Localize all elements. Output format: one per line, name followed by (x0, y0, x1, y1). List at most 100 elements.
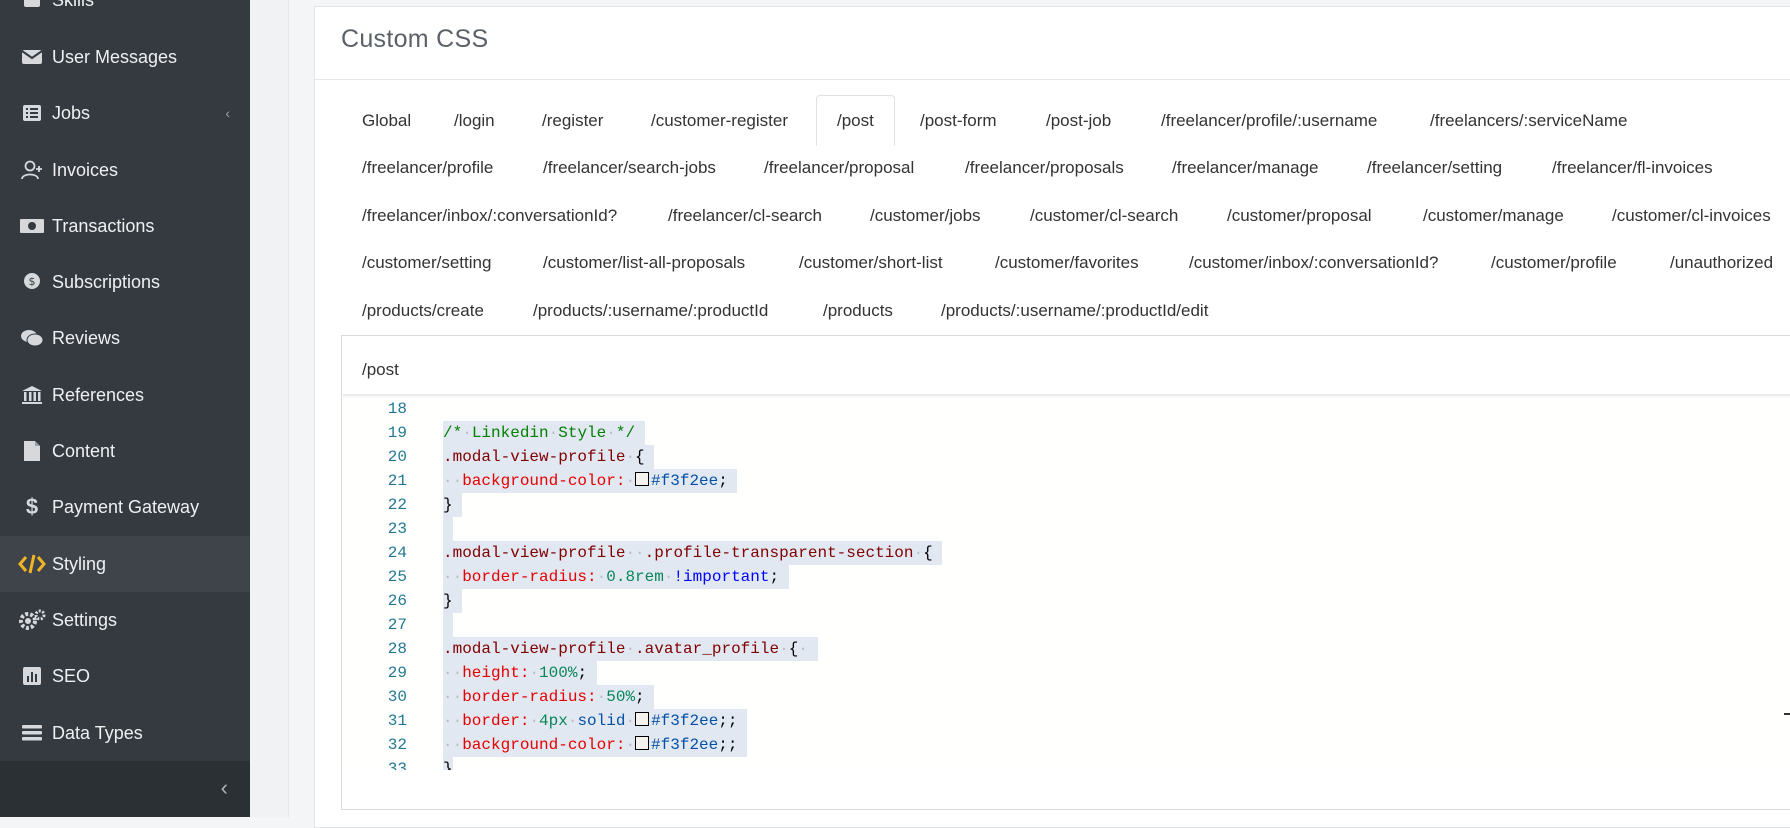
tab-customer-proposal[interactable]: /customer/proposal (1227, 206, 1372, 226)
sidebar-item-label: Data Types (52, 722, 143, 743)
skills-icon (18, 0, 46, 11)
tab-panel: /post 18 19/*·Linkedin·Style·*/ 20 .modal… (341, 335, 1790, 810)
sidebar-item-styling[interactable]: Styling (0, 536, 250, 592)
sidebar-item-label: Reviews (52, 327, 121, 348)
code-line: 20 .modal-view-profile·{ (343, 445, 1643, 469)
sidebar-item-data-types[interactable]: Data Types (0, 705, 250, 761)
divider (315, 79, 1790, 80)
sidebar-item-label: Jobs (52, 102, 91, 123)
sidebar-item-payment-gateway[interactable]: $ Payment Gateway (0, 479, 250, 535)
sidebar-item-seo[interactable]: SEO (0, 648, 250, 704)
code-icon (18, 553, 46, 575)
tab-freelancer-fl-invoices[interactable]: /freelancer/fl-invoices (1552, 158, 1713, 178)
code-line: 30 ··border-radius:·50%; (343, 685, 1643, 709)
sidebar-item-label: Invoices (52, 159, 119, 180)
tab-freelancer-proposals[interactable]: /freelancer/proposals (965, 158, 1124, 178)
tab-global[interactable]: Global (362, 111, 411, 131)
tab-products-username-productid[interactable]: /products/:username/:productId (533, 301, 768, 321)
sidebar-item-user-messages[interactable]: User Messages (0, 29, 250, 85)
sidebar-item-label: References (52, 384, 145, 405)
tab-customer-list-all-proposals[interactable]: /customer/list-all-proposals (543, 253, 745, 273)
sidebar-item-label: Subscriptions (52, 271, 161, 292)
tab-customer-profile[interactable]: /customer/profile (1491, 253, 1617, 273)
tab-freelancer-profile[interactable]: /freelancer/profile (362, 158, 493, 178)
code-line: 21 ··background-color:· #f3f2ee; (343, 469, 1643, 493)
tab-freelancer-manage[interactable]: /freelancer/manage (1172, 158, 1318, 178)
money-icon (18, 215, 46, 237)
chevron-left-icon: ‹ (225, 105, 230, 121)
sidebar-item-label: Styling (52, 553, 107, 574)
code-line: 22} (343, 493, 1643, 517)
dollar-icon: $ (25, 494, 39, 519)
code-line: 29 ··height:·100%; (343, 661, 1643, 685)
tab-freelancer-setting[interactable]: /freelancer/setting (1367, 158, 1502, 178)
tab-freelancers-servicename[interactable]: /freelancers/:serviceName (1430, 111, 1627, 131)
tab-freelancer-search-jobs[interactable]: /freelancer/search-jobs (543, 158, 716, 178)
tab-post-form[interactable]: /post-form (920, 111, 997, 131)
envelope-icon (18, 46, 46, 68)
tab-customer-favorites[interactable]: /customer/favorites (995, 253, 1139, 273)
tab-unauthorized[interactable]: /unauthorized (1670, 253, 1773, 273)
tab-customer-cl-search[interactable]: /customer/cl-search (1030, 206, 1178, 226)
tab-customer-short-list[interactable]: /customer/short-list (799, 253, 943, 273)
tab-freelancer-profile-username[interactable]: /freelancer/profile/:username (1161, 111, 1377, 131)
tab-freelancer-inbox[interactable]: /freelancer/inbox/:conversationId? (362, 206, 617, 226)
code-line: 26} (343, 589, 1643, 613)
tab-register[interactable]: /register (542, 111, 603, 131)
color-swatch[interactable] (635, 712, 650, 726)
panel-title: /post (362, 360, 399, 379)
sidebar-item-subscriptions[interactable]: $ Subscriptions (0, 254, 250, 310)
sidebar-item-reviews[interactable]: Reviews (0, 310, 250, 366)
tab-customer-inbox[interactable]: /customer/inbox/:conversationId? (1189, 253, 1438, 273)
code-line: 32 ··background-color:· #f3f2ee;; (343, 733, 1643, 757)
gears-icon (18, 609, 46, 631)
content-gutter (250, 0, 289, 817)
code-line: 28 .modal-view-profile·.avatar_profile·{· (343, 637, 1643, 661)
tab-post[interactable]: /post (816, 95, 895, 146)
sidebar-item-label: Skills (52, 0, 94, 11)
tab-products-create[interactable]: /products/create (362, 301, 484, 321)
code-line: 19/*·Linkedin·Style·*/ (343, 421, 1643, 445)
tab-customer-jobs[interactable]: /customer/jobs (870, 206, 981, 226)
sidebar-footer: ‹ (0, 761, 250, 817)
tab-freelancer-cl-search[interactable]: /freelancer/cl-search (668, 206, 822, 226)
sidebar-item-label: Content (52, 440, 116, 461)
svg-text:$: $ (29, 275, 36, 288)
code-line: 31 ··border:·4px·solid· #f3f2ee;; (343, 709, 1643, 733)
sidebar-item-content[interactable]: Content (0, 423, 250, 479)
code-line: 27 (343, 613, 1643, 637)
color-swatch[interactable] (635, 736, 650, 750)
tab-customer-setting[interactable]: /customer/setting (362, 253, 491, 273)
user-plus-icon (18, 159, 46, 181)
sidebar-item-label: Transactions (52, 215, 155, 236)
tab-login[interactable]: /login (454, 111, 495, 131)
chart-icon (18, 665, 46, 687)
list-icon (18, 102, 46, 124)
sidebar-item-settings[interactable]: Settings (0, 592, 250, 648)
sidebar-item-skills[interactable]: Skills (0, 0, 250, 28)
sidebar-item-label: SEO (52, 665, 91, 686)
tab-products-edit[interactable]: /products/:username/:productId/edit (941, 301, 1208, 321)
sidebar-item-label: User Messages (52, 46, 178, 67)
sidebar-item-jobs[interactable]: Jobs ‹ (0, 85, 250, 141)
sidebar-item-label: Payment Gateway (52, 496, 200, 517)
page-title: Custom CSS (341, 25, 489, 53)
sidebar-item-invoices[interactable]: Invoices (0, 142, 250, 198)
code-line: 33} (343, 757, 1643, 770)
comments-icon (18, 327, 46, 349)
collapse-sidebar-icon[interactable]: ‹ (221, 775, 228, 801)
sidebar-item-transactions[interactable]: Transactions (0, 198, 250, 254)
bank-icon (18, 384, 46, 406)
sidebar: Skills User Messages Jobs ‹ Invoices Tra… (0, 0, 250, 817)
code-line: 23 (343, 517, 1643, 541)
tab-freelancer-proposal[interactable]: /freelancer/proposal (764, 158, 914, 178)
code-line: 25 ··border-radius:·0.8rem·!important; (343, 565, 1643, 589)
tab-customer-cl-invoices[interactable]: /customer/cl-invoices (1612, 206, 1771, 226)
sidebar-item-references[interactable]: References (0, 367, 250, 423)
tab-customer-manage[interactable]: /customer/manage (1423, 206, 1564, 226)
tab-post-job[interactable]: /post-job (1046, 111, 1111, 131)
tab-customer-register[interactable]: /customer-register (651, 111, 788, 131)
css-code-editor[interactable]: 18 19/*·Linkedin·Style·*/ 20 .modal-view-… (343, 394, 1790, 770)
tab-products[interactable]: /products (823, 301, 893, 321)
color-swatch[interactable] (635, 472, 650, 486)
